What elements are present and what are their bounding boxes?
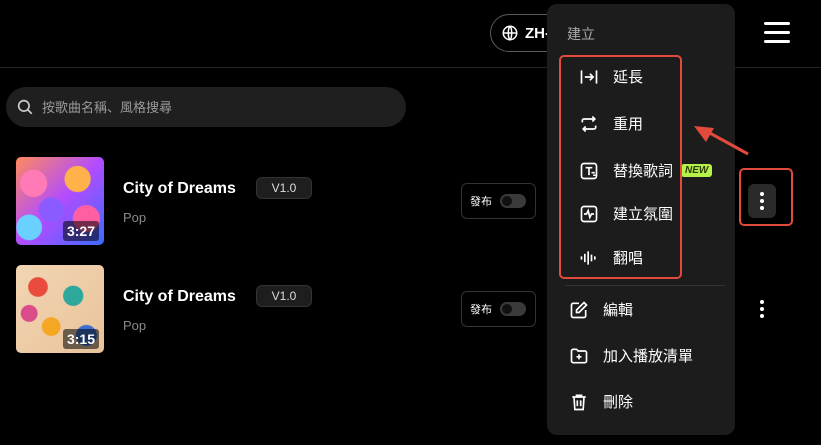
song-duration: 3:27: [62, 221, 99, 241]
song-genre: Pop: [123, 318, 147, 333]
search-bar[interactable]: [6, 87, 406, 127]
song-thumbnail[interactable]: 3:15: [16, 265, 104, 353]
globe-icon: [502, 25, 518, 41]
edit-icon: [570, 300, 588, 318]
publish-toggle[interactable]: [500, 194, 526, 208]
song-row[interactable]: 3:27 City of Dreams V1.0 Pop 發布: [16, 157, 556, 245]
annotation-arrow-icon: [694, 126, 749, 156]
hamburger-menu-icon[interactable]: [764, 22, 790, 44]
new-badge: NEW: [681, 164, 713, 177]
menu-section-header: 建立: [567, 26, 595, 42]
publish-control[interactable]: 發布: [461, 183, 536, 219]
menu-item-label: 加入播放清單: [603, 348, 694, 365]
song-title[interactable]: City of Dreams: [123, 288, 236, 306]
song-row[interactable]: 3:15 City of Dreams V1.0 Pop 發布: [16, 265, 556, 353]
song-title[interactable]: City of Dreams: [123, 180, 236, 198]
more-options-button[interactable]: [748, 184, 776, 218]
song-genre: Pop: [123, 210, 147, 225]
menu-item-edit[interactable]: 編輯: [569, 299, 633, 320]
menu-item-delete[interactable]: 刪除: [569, 391, 633, 412]
menu-item-add-playlist[interactable]: 加入播放清單: [569, 345, 693, 366]
version-badge[interactable]: V1.0: [256, 177, 312, 199]
publish-label: 發布: [470, 304, 492, 316]
song-thumbnail[interactable]: 3:27: [16, 157, 104, 245]
more-options-button[interactable]: [748, 292, 776, 326]
trash-icon: [572, 394, 586, 410]
menu-item-label: 編輯: [603, 302, 634, 319]
publish-label: 發布: [470, 196, 492, 208]
search-icon: [17, 99, 33, 115]
menu-divider: [565, 285, 725, 286]
search-input[interactable]: [40, 98, 384, 116]
publish-toggle[interactable]: [500, 302, 526, 316]
version-badge[interactable]: V1.0: [256, 285, 312, 307]
highlight-box-create: [559, 55, 682, 279]
add-playlist-icon: [570, 348, 588, 363]
song-duration: 3:15: [62, 329, 99, 349]
menu-item-label: 刪除: [603, 394, 634, 411]
publish-control[interactable]: 發布: [461, 291, 536, 327]
